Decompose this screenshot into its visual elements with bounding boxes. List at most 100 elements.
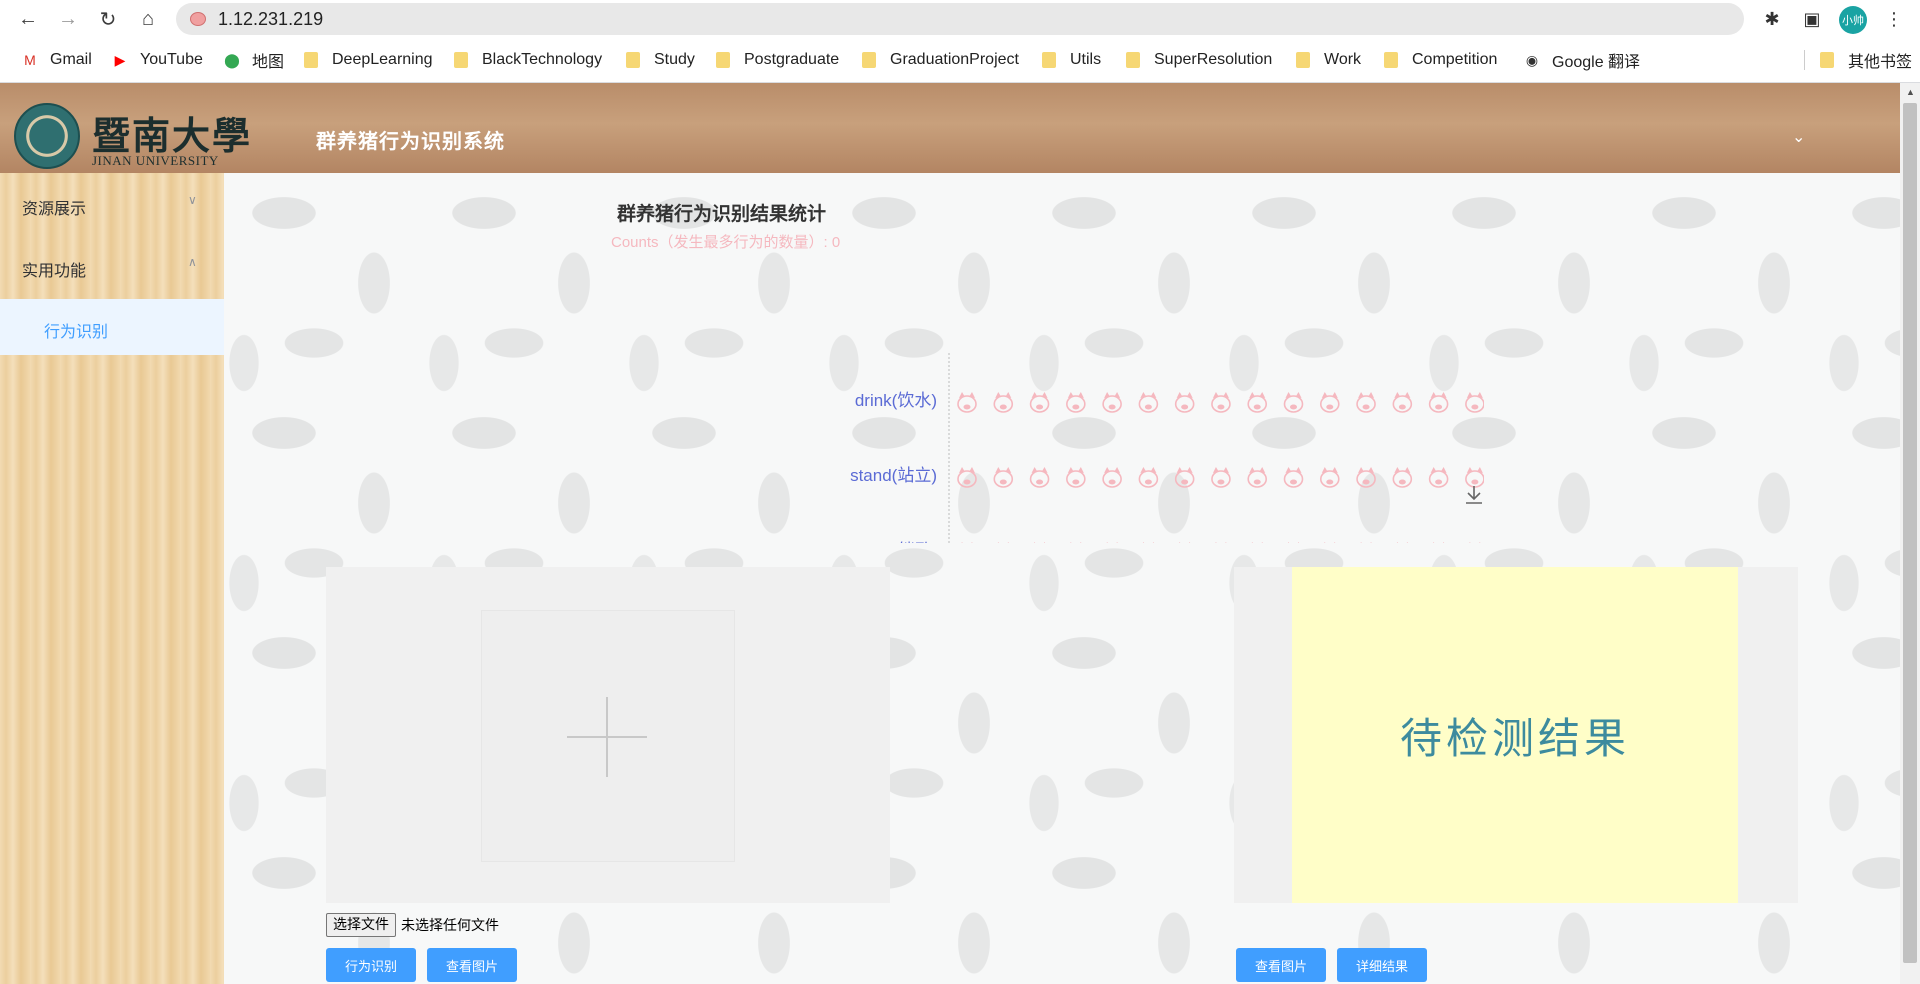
reload-icon[interactable]: ↻	[94, 5, 122, 33]
bookmark-item[interactable]: Postgraduate	[716, 48, 839, 72]
folder-icon	[1296, 52, 1310, 68]
bookmark-item[interactable]: SuperResolution	[1126, 48, 1272, 72]
folder-icon	[862, 52, 876, 68]
pig-symbol	[1215, 542, 1227, 543]
logo-english-name: JINAN UNIVERSITY	[92, 153, 219, 168]
bookmark-label: SuperResolution	[1154, 51, 1273, 68]
pig-symbol	[993, 467, 1014, 488]
file-status-text: 未选择任何文件	[401, 918, 499, 934]
bookmark-item[interactable]: ⬤ 地图	[222, 48, 284, 72]
forward-icon[interactable]: →	[54, 5, 82, 33]
side-panel-icon[interactable]: ▣	[1800, 7, 1824, 31]
category-label: stand(站立)	[850, 466, 937, 485]
youtube-icon: ▶	[114, 51, 126, 68]
pig-symbol	[1319, 392, 1340, 413]
logo-chinese-name: 暨南大學	[92, 113, 253, 158]
pig-symbol	[1288, 542, 1299, 543]
bookmark-item[interactable]: ▶ YouTube	[110, 48, 203, 72]
pig-symbol	[1142, 542, 1154, 543]
category-label: drink(饮水)	[855, 391, 937, 410]
result-placeholder-box: 待检测结果	[1292, 567, 1738, 903]
bookmark-item[interactable]: M Gmail	[20, 48, 92, 72]
site-info-icon[interactable]	[190, 12, 206, 26]
bookmark-item[interactable]: Work	[1296, 48, 1361, 72]
view-image-left-button[interactable]: 查看图片	[427, 948, 517, 982]
folder-icon	[1820, 52, 1834, 68]
pig-symbol	[1066, 467, 1086, 488]
category-label: lie(躺卧)	[875, 541, 937, 543]
folder-icon	[626, 52, 640, 68]
pig-symbol	[1211, 392, 1231, 413]
pig-symbol	[1465, 392, 1484, 413]
folder-icon	[716, 52, 730, 68]
pig-symbol	[1138, 467, 1159, 488]
bookmark-item[interactable]: GraduationProject	[862, 48, 1019, 72]
folder-icon	[454, 52, 468, 68]
sidebar-item-resources[interactable]: 资源展示 ∨	[0, 173, 224, 235]
sidebar-item-functions[interactable]: 实用功能 ∧	[0, 235, 224, 297]
bookmark-label: YouTube	[140, 51, 203, 68]
bookmarks-separator	[1804, 50, 1805, 70]
pig-symbol	[1283, 467, 1304, 488]
extensions-icon[interactable]: ✱	[1760, 7, 1784, 31]
sidebar-item-label: 资源展示	[22, 201, 87, 218]
chevron-down-icon: ∨	[188, 193, 197, 207]
back-icon[interactable]: ←	[14, 5, 42, 33]
bookmark-item[interactable]: Utils	[1042, 48, 1101, 72]
pig-symbol	[1247, 467, 1268, 488]
url-text[interactable]: 1.12.231.219	[218, 9, 323, 30]
bookmark-item[interactable]: BlackTechnology	[454, 48, 602, 72]
pig-symbol	[1102, 467, 1122, 488]
pig-symbol	[993, 392, 1014, 413]
bookmark-label: DeepLearning	[332, 51, 433, 68]
bookmark-item[interactable]: Competition	[1384, 48, 1497, 72]
globe-icon: ◉	[1525, 51, 1539, 68]
pig-symbol	[1319, 467, 1340, 488]
gmail-icon: M	[24, 52, 36, 68]
bookmark-label: GraduationProject	[890, 51, 1019, 68]
pig-symbol	[957, 392, 977, 413]
bookmark-label: Study	[654, 51, 695, 68]
bookmark-item[interactable]: ◉ Google 翻译	[1522, 48, 1640, 72]
home-icon[interactable]: ⌂	[134, 5, 162, 33]
profile-avatar[interactable]: 小帅	[1839, 6, 1867, 34]
download-icon[interactable]	[1462, 483, 1486, 507]
university-seal-logo	[14, 103, 80, 169]
folder-icon	[1126, 52, 1140, 68]
chevron-down-icon[interactable]: ⌄	[1792, 127, 1805, 147]
folder-icon	[304, 52, 318, 68]
folder-icon	[1042, 52, 1056, 68]
other-bookmarks[interactable]: 其他书签	[1820, 48, 1912, 72]
app-header: 暨南大學 JINAN UNIVERSITY 群养猪行为识别系统 ⌄	[0, 83, 1900, 173]
pig-symbol	[1106, 542, 1118, 543]
menu-kebab-icon[interactable]: ⋮	[1882, 7, 1906, 31]
pig-symbol	[1179, 542, 1191, 543]
pig-symbol	[1396, 542, 1408, 543]
choose-file-button[interactable]: 选择文件	[326, 913, 396, 937]
bookmark-label: Gmail	[50, 51, 92, 68]
recognize-button[interactable]: 行为识别	[326, 948, 416, 982]
behavior-pictorial-bar-chart: drink(饮水)0.0 %stand(站立)0.0 %lie(躺卧)0.0 %…	[850, 353, 1484, 543]
view-image-right-button[interactable]: 查看图片	[1236, 948, 1326, 982]
app-title: 群养猪行为识别系统	[316, 129, 505, 153]
page-scrollbar[interactable]: ▲	[1900, 83, 1920, 984]
pig-symbol	[1428, 392, 1449, 413]
result-placeholder-text: 待检测结果	[1399, 713, 1630, 763]
bookmark-label: Work	[1324, 51, 1362, 68]
sidebar-item-behavior-recognition[interactable]: 行为识别	[0, 299, 224, 355]
details-button[interactable]: 详细结果	[1337, 948, 1427, 982]
image-upload-dropzone[interactable]	[481, 610, 735, 862]
scroll-thumb[interactable]	[1903, 103, 1917, 963]
pig-symbol	[997, 542, 1009, 543]
bookmark-item[interactable]: Study	[626, 48, 695, 72]
browser-toolbar: ← → ↻ ⌂ 1.12.231.219 ✱ ▣ 小帅 ⋮	[0, 0, 1920, 38]
sidebar: 资源展示 ∨ 实用功能 ∧ 行为识别	[0, 173, 224, 984]
address-bar[interactable]: 1.12.231.219	[176, 3, 1744, 35]
pig-symbol	[1102, 392, 1122, 413]
bookmarks-bar: M Gmail ▶ YouTube ⬤ 地图 DeepLearning BlackTechno…	[0, 46, 1920, 74]
result-panel: 待检测结果	[1234, 567, 1798, 903]
scroll-up-icon[interactable]: ▲	[1906, 87, 1915, 97]
bookmark-item[interactable]: DeepLearning	[304, 48, 433, 72]
other-bookmarks-label: 其他书签	[1848, 54, 1913, 71]
bookmark-label: Postgraduate	[744, 51, 840, 68]
